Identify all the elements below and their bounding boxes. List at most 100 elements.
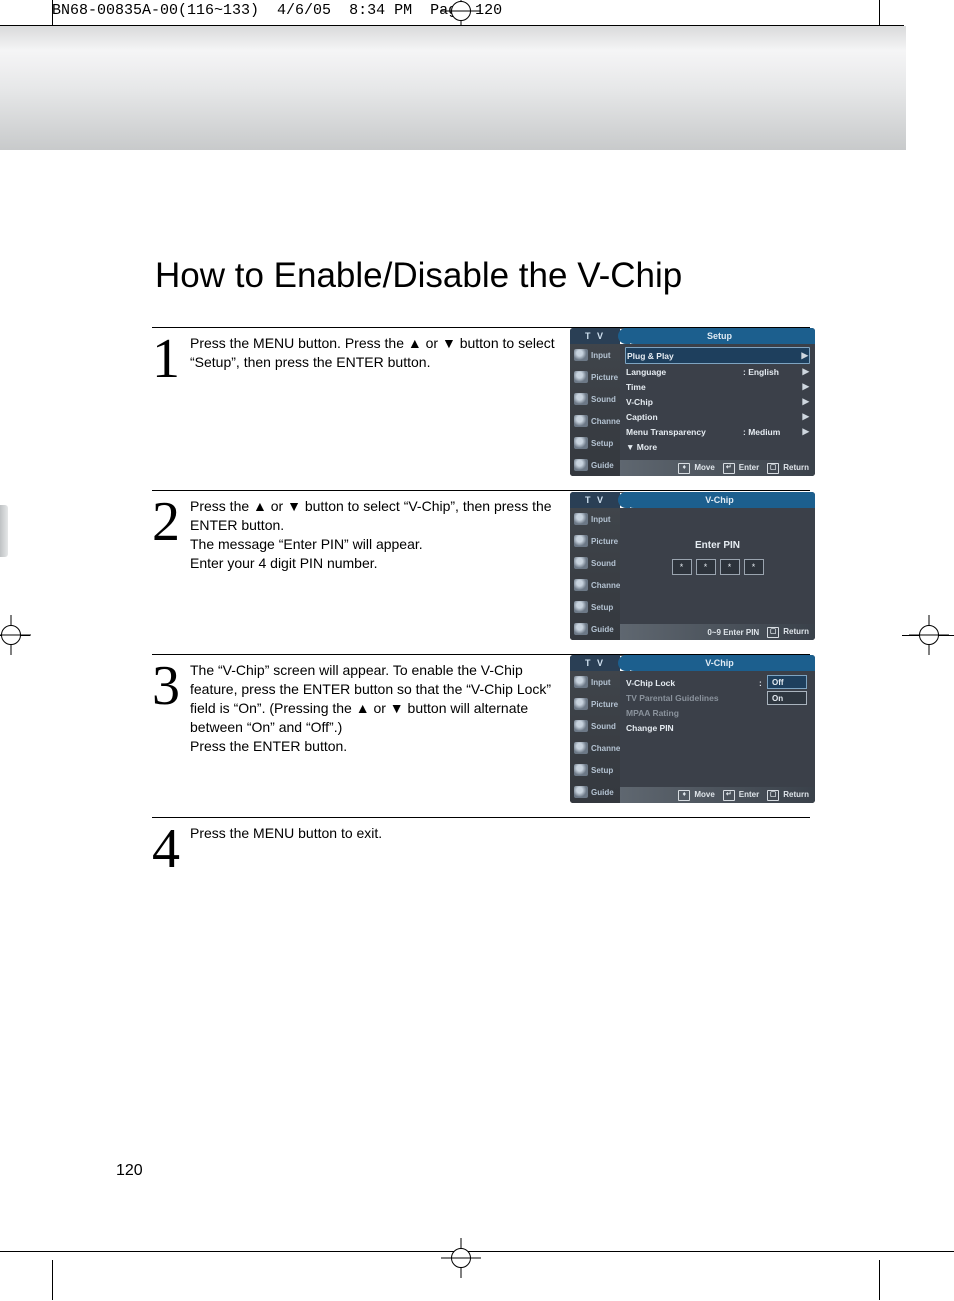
return-icon: ▢ <box>767 463 779 474</box>
enter-icon: ↵ <box>723 463 735 474</box>
pin-digit: * <box>672 559 692 575</box>
sidebar-item-setup: Setup <box>570 596 620 618</box>
sidebar-item-input: Input <box>570 344 620 366</box>
sidebar-item-sound: Sound <box>570 715 620 737</box>
picture-icon <box>574 371 588 383</box>
menu-caption: Caption▶ <box>626 409 809 424</box>
steel-band <box>0 26 906 150</box>
pin-digit: * <box>696 559 716 575</box>
crop-line <box>52 1260 53 1300</box>
osd-sidebar: Input Picture Sound Channel Setup Guide <box>570 508 620 640</box>
osd-footer: ♦Move ↵Enter ▢Return <box>620 787 815 803</box>
crop-line <box>879 1260 880 1300</box>
menu-transparency: Menu Transparency: Medium▶ <box>626 424 809 439</box>
step-text: Press the MENU button to exit. <box>190 824 560 843</box>
channel-icon <box>574 742 588 754</box>
step-text: Press the MENU button. Press the ▲ or ▼ … <box>190 334 560 372</box>
enterpin-hint: 0~9 Enter PIN <box>705 628 759 637</box>
sidebar-item-picture: Picture <box>570 530 620 552</box>
sidebar-label: Picture <box>591 537 618 546</box>
input-icon <box>574 349 588 361</box>
picture-icon <box>574 698 588 710</box>
step-text: The “V-Chip” screen will appear. To enab… <box>190 661 560 755</box>
sidebar-label: Sound <box>591 722 616 731</box>
sidebar-label: Setup <box>591 439 613 448</box>
divider <box>152 490 810 491</box>
osd-content: Plug & Play▶ Language: English▶ Time▶ V-… <box>620 344 815 460</box>
crop-line <box>879 0 880 26</box>
channel-icon <box>574 415 588 427</box>
chevron-right-icon: ▶ <box>799 366 809 377</box>
tab-stub <box>0 505 8 557</box>
return-icon: ▢ <box>767 790 779 801</box>
osd-content: Enter PIN * * * * <box>620 508 815 624</box>
osd-tv-label: T V <box>570 492 620 508</box>
crop-line <box>52 0 53 26</box>
sidebar-label: Channel <box>591 417 623 426</box>
sidebar-label: Input <box>591 351 611 360</box>
sidebar-item-picture: Picture <box>570 693 620 715</box>
sidebar-item-channel: Channel <box>570 737 620 759</box>
picture-icon <box>574 535 588 547</box>
header-file: BN68-00835A-00(116~133) <box>52 2 259 19</box>
header-date: 4/6/05 <box>277 2 331 19</box>
osd-tv-label: T V <box>570 655 620 671</box>
osd-title: V-Chip <box>624 492 815 508</box>
menu-more: ▼ More <box>626 439 809 454</box>
sidebar-label: Sound <box>591 395 616 404</box>
divider <box>152 817 810 818</box>
return-icon: ▢ <box>767 627 779 638</box>
sidebar-label: Input <box>591 678 611 687</box>
osd-title: Setup <box>624 328 815 344</box>
menu-vchip: V-Chip▶ <box>626 394 809 409</box>
chevron-right-icon: ▶ <box>799 381 809 392</box>
sidebar-label: Guide <box>591 625 614 634</box>
step-number: 2 <box>152 499 188 547</box>
sound-icon <box>574 557 588 569</box>
chevron-right-icon: ▶ <box>799 426 809 437</box>
step-text: Press the ▲ or ▼ button to select “V-Chi… <box>190 497 560 573</box>
osd-sidebar: Input Picture Sound Channel Setup Guide <box>570 344 620 476</box>
osd-footer: 0~9 Enter PIN ▢Return <box>620 624 815 640</box>
sidebar-item-guide: Guide <box>570 618 620 640</box>
sidebar-label: Sound <box>591 559 616 568</box>
menu-change-pin: Change PIN <box>626 720 809 735</box>
sidebar-label: Guide <box>591 788 614 797</box>
enter-hint: ↵Enter <box>723 790 759 801</box>
osd-vchip: T V V-Chip Input Picture Sound Channel S… <box>570 655 815 803</box>
crop-target-left <box>0 615 31 655</box>
chevron-right-icon: ▶ <box>799 396 809 407</box>
osd-sidebar: Input Picture Sound Channel Setup Guide <box>570 671 620 803</box>
guide-icon <box>574 786 588 798</box>
osd-pin: T V V-Chip Input Picture Sound Channel S… <box>570 492 815 640</box>
crop-target-bottom <box>441 1238 481 1278</box>
sidebar-label: Picture <box>591 700 618 709</box>
pin-boxes: * * * * <box>672 559 764 575</box>
sidebar-label: Channel <box>591 744 623 753</box>
move-hint: ♦Move <box>678 463 714 474</box>
sidebar-label: Input <box>591 515 611 524</box>
menu-time: Time▶ <box>626 379 809 394</box>
updown-icon: ♦ <box>678 463 690 474</box>
osd-head: T V V-Chip <box>570 655 815 671</box>
move-hint: ♦Move <box>678 790 714 801</box>
menu-plug-play: Plug & Play▶ <box>625 347 810 364</box>
crop-target-right <box>909 615 949 655</box>
step-number: 1 <box>152 336 188 384</box>
chevron-right-icon: ▶ <box>799 411 809 422</box>
menu-language: Language: English▶ <box>626 364 809 379</box>
sidebar-item-setup: Setup <box>570 432 620 454</box>
sidebar-label: Guide <box>591 461 614 470</box>
step-4: 4 Press the MENU button to exit. <box>152 817 810 874</box>
sidebar-item-setup: Setup <box>570 759 620 781</box>
return-hint: ▢Return <box>767 627 809 638</box>
step-number: 3 <box>152 663 188 711</box>
sidebar-item-guide: Guide <box>570 454 620 476</box>
pin-digit: * <box>720 559 740 575</box>
osd-content: V-Chip Lock: TV Parental Guidelines MPAA… <box>620 671 815 787</box>
sidebar-item-picture: Picture <box>570 366 620 388</box>
option-on: On <box>767 691 807 705</box>
sidebar-item-channel: Channel <box>570 574 620 596</box>
option-dropdown: Off On <box>767 675 807 705</box>
osd-footer: ♦Move ↵Enter ▢Return <box>620 460 815 476</box>
